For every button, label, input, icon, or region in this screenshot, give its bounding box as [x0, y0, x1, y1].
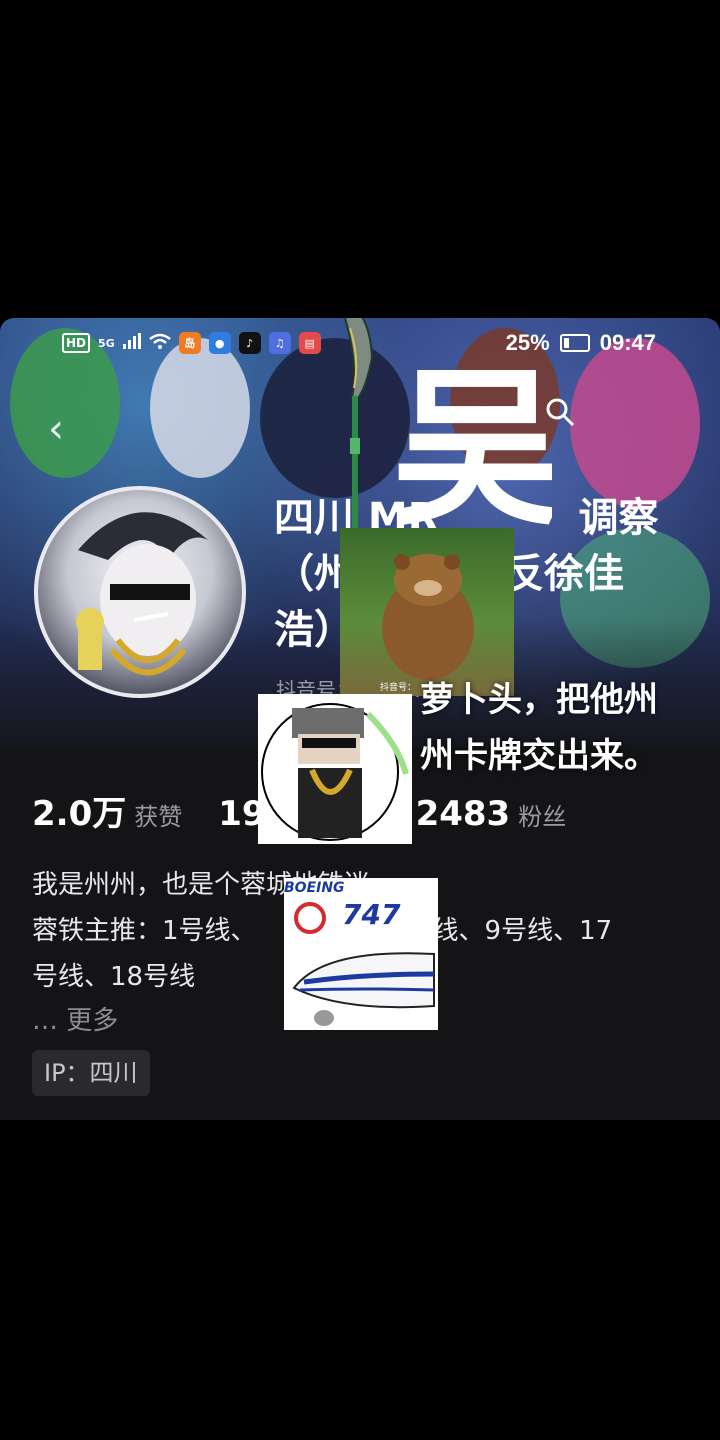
- battery-percent: 25%: [505, 330, 550, 355]
- caption-line-2: 州卡牌交出来。: [420, 736, 658, 776]
- bear-character-icon: 抖音号：: [380, 554, 474, 693]
- profile-screenshot: HD 5G 岛 ● ♪ ♫ ▤ 25% 09:47 ‹ 四川 MR 调察 （州 …: [0, 318, 720, 1120]
- back-arrow-icon[interactable]: ‹: [48, 406, 64, 452]
- caption-line-1: 萝卜头，把他州: [420, 680, 658, 720]
- bear-watermark: 抖音号：: [380, 681, 416, 693]
- wifi-icon: [148, 333, 171, 353]
- big-character-sticker: 吴: [392, 358, 552, 528]
- music-app-icon: ♫: [268, 332, 291, 354]
- avatar[interactable]: [34, 486, 246, 698]
- signal-bars-icon: [122, 333, 141, 353]
- status-left: HD 5G 岛 ● ♪ ♫ ▤: [62, 332, 321, 354]
- bear-sticker: 抖音号：: [340, 528, 514, 696]
- likes-label: 获赞: [134, 803, 183, 831]
- overlay-caption: 萝卜头，把他州 州卡牌交出来。: [420, 672, 658, 784]
- battery-icon: [559, 334, 590, 352]
- nickname-part-2b: 反徐佳: [504, 551, 624, 597]
- more-button[interactable]: … 更多: [32, 1000, 118, 1037]
- app-notify-orange-icon: 岛: [178, 332, 201, 354]
- avatar-art-icon: [76, 512, 208, 676]
- likes-count: 2.0万: [32, 794, 127, 834]
- reader-app-icon: ▤: [298, 332, 321, 354]
- 747-text: 747: [342, 898, 401, 931]
- banner-character-2: [150, 338, 250, 478]
- boeing-747-sticker: BOEING 747: [284, 878, 438, 1030]
- ip-badge: IP：四川: [32, 1050, 150, 1096]
- banner-character-right: [570, 338, 700, 508]
- followers-label[interactable]: 粉丝: [518, 797, 566, 832]
- network-hd: HD: [62, 333, 91, 353]
- boeing-text: BOEING: [284, 880, 345, 896]
- tiktok-icon: ♪: [238, 332, 261, 354]
- big-character: 吴: [392, 358, 552, 528]
- status-right: 25% 09:47: [506, 330, 656, 356]
- screen: { "status_bar": { "network": "HD", "sign…: [0, 0, 720, 1440]
- followers-count[interactable]: 2483: [416, 794, 511, 834]
- nickname-part-1b: 调察: [578, 495, 659, 541]
- clock: 09:47: [599, 330, 656, 355]
- airplane-icon: BOEING 747: [284, 880, 435, 1026]
- bio-line-2a: 蓉铁主推：1号线、: [32, 916, 257, 946]
- minecraft-avatar-sticker: [258, 694, 412, 844]
- pixel-character-icon: [261, 703, 409, 841]
- signal-5g: 5G: [98, 336, 115, 350]
- app-notify-blue-icon: ●: [208, 332, 231, 354]
